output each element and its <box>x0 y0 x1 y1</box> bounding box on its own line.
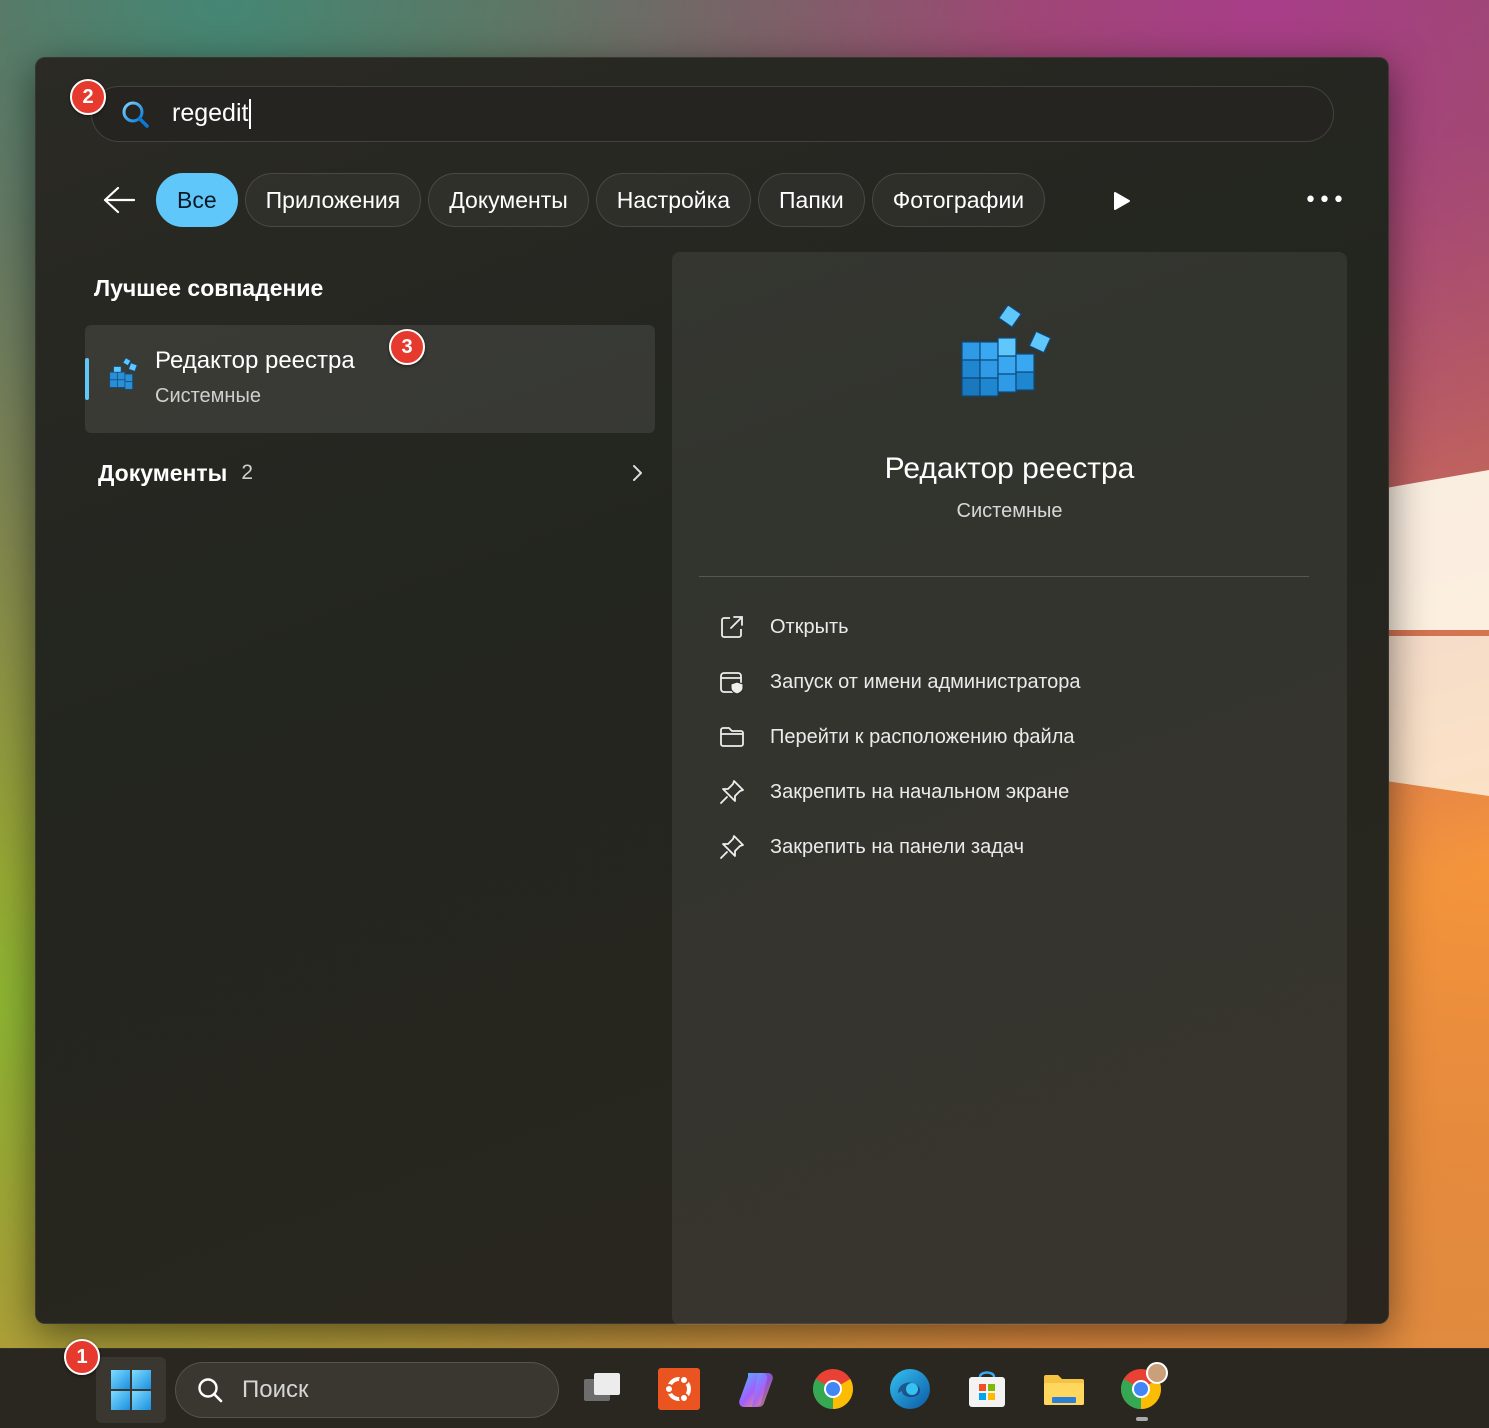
filter-chip-apps[interactable]: Приложения <box>244 173 422 227</box>
filter-chip-photos[interactable]: Фотографии <box>871 173 1046 227</box>
action-label: Запуск от имени администратора <box>770 670 1081 693</box>
taskbar: Поиск 1 <box>0 1339 1489 1428</box>
action-pin-to-taskbar[interactable]: Закрепить на панели задач <box>718 832 1024 862</box>
chrome-icon[interactable] <box>811 1367 855 1411</box>
filter-chip-label: Все <box>177 186 217 213</box>
annotation-badge-1: 1 <box>64 1339 100 1375</box>
search-flyout: regedit Все Приложения Документы Настрой… <box>35 57 1389 1325</box>
best-match-name: Редактор реестра <box>155 347 355 374</box>
back-button[interactable] <box>96 177 142 223</box>
search-query-text: regedit <box>172 98 249 127</box>
copilot-icon[interactable] <box>734 1367 778 1411</box>
folder-icon <box>720 727 744 747</box>
ellipsis-icon: ••• <box>1304 188 1346 213</box>
edge-icon[interactable] <box>888 1367 932 1411</box>
preview-app-category: Системные <box>956 500 1063 522</box>
preview-app-title: Редактор реестра <box>884 452 1135 485</box>
action-label: Открыть <box>770 615 849 638</box>
task-view-icon[interactable] <box>580 1367 624 1411</box>
ubuntu-icon[interactable] <box>657 1367 701 1411</box>
action-run-as-admin[interactable]: Запуск от имени администратора <box>718 667 1081 697</box>
registry-editor-large-icon <box>961 306 1052 397</box>
annotation-badge-2: 2 <box>70 79 106 115</box>
search-input[interactable]: regedit <box>91 86 1334 142</box>
filter-chip-label: Документы <box>449 186 568 213</box>
documents-group[interactable]: Документы 2 <box>98 458 646 488</box>
store-icon[interactable] <box>965 1367 1009 1411</box>
documents-group-label: Документы <box>98 459 228 486</box>
best-match-item[interactable]: Редактор реестра Системные <box>85 325 655 433</box>
filter-chip-label: Папки <box>779 186 844 213</box>
chrome-profile-icon[interactable] <box>1119 1361 1171 1413</box>
admin-shield-icon <box>720 672 744 695</box>
search-icon <box>122 101 149 128</box>
pin-icon <box>720 835 744 859</box>
file-explorer-icon[interactable] <box>1042 1367 1086 1411</box>
wallpaper-windows-logo <box>1379 460 1489 800</box>
action-pin-to-start[interactable]: Закрепить на начальном экране <box>718 777 1069 807</box>
annotation-badge-3: 3 <box>389 329 425 365</box>
preview-divider <box>699 576 1309 577</box>
filter-chip-folders[interactable]: Папки <box>758 173 865 227</box>
taskbar-search[interactable]: Поиск <box>175 1362 559 1418</box>
documents-count: 2 <box>241 461 254 484</box>
more-options-button[interactable]: ••• <box>1304 186 1345 216</box>
filter-chip-label: Фотографии <box>892 186 1025 213</box>
arrow-left-icon <box>103 186 136 214</box>
preview-pane: Редактор реестра Системные Открыть Запус… <box>672 252 1347 1325</box>
best-match-heading: Лучшее совпадение <box>94 275 324 301</box>
filter-chip-label: Приложения <box>265 186 401 213</box>
filter-chip-settings[interactable]: Настройка <box>595 173 752 227</box>
selection-indicator <box>85 358 89 400</box>
running-indicator <box>1136 1417 1148 1421</box>
action-open-file-location[interactable]: Перейти к расположению файла <box>718 722 1074 752</box>
filter-chip-label: Настройка <box>616 186 731 213</box>
open-external-icon <box>721 616 743 638</box>
chevron-right-icon <box>633 465 642 481</box>
text-caret <box>249 99 252 130</box>
best-match-category: Системные <box>155 385 261 407</box>
action-label: Закрепить на панели задач <box>770 835 1024 858</box>
start-button[interactable] <box>96 1357 166 1423</box>
action-label: Закрепить на начальном экране <box>770 780 1070 803</box>
filter-chip-documents[interactable]: Документы <box>428 173 589 227</box>
filter-bar: Все Приложения Документы Настройка Папки… <box>96 172 1052 228</box>
search-icon <box>198 1378 223 1403</box>
action-label: Перейти к расположению файла <box>770 725 1075 748</box>
more-filters-play-icon[interactable] <box>1109 189 1133 213</box>
pin-icon <box>720 780 744 804</box>
windows-start-icon <box>111 1370 151 1410</box>
taskbar-search-placeholder: Поиск <box>242 1376 309 1403</box>
registry-editor-icon <box>109 357 138 390</box>
action-open[interactable]: Открыть <box>718 612 849 642</box>
filter-chip-all[interactable]: Все <box>156 173 238 227</box>
